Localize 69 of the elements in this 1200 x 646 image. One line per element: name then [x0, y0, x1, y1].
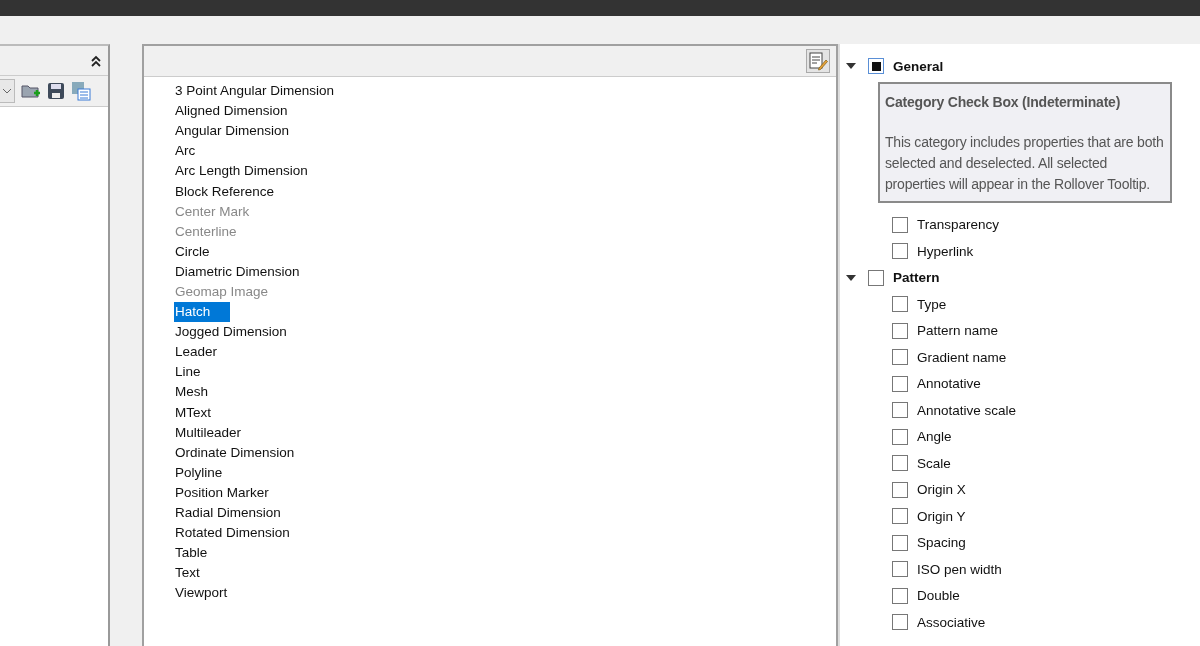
save-icon[interactable] [47, 82, 65, 100]
object-type-item[interactable]: Block Reference [174, 181, 276, 202]
object-type-item[interactable]: Ordinate Dimension [174, 442, 296, 463]
property-checkbox[interactable] [892, 296, 908, 313]
folder-add-icon[interactable] [21, 82, 41, 100]
object-type-item[interactable]: Diametric Dimension [174, 261, 301, 282]
object-type-item[interactable]: Line [174, 362, 202, 383]
property-checkbox[interactable] [892, 508, 908, 525]
property-label: Origin X [917, 482, 966, 498]
property-label: Annotative scale [917, 402, 1017, 418]
property-checkbox[interactable] [892, 587, 908, 604]
category-checkbox[interactable] [868, 269, 884, 286]
property-checkbox[interactable] [892, 243, 908, 260]
property-label: Spacing [917, 535, 966, 551]
object-type-item[interactable]: Table [174, 543, 209, 564]
category-label: General [893, 58, 944, 74]
property-checkbox[interactable] [892, 534, 908, 551]
object-type-item[interactable]: Radial Dimension [174, 503, 282, 523]
property-label: Pattern name [917, 323, 999, 339]
property-label: Type [917, 296, 947, 312]
property-label: Origin Y [917, 508, 966, 524]
property-checkbox[interactable] [892, 216, 908, 233]
property-checkbox[interactable] [892, 375, 908, 392]
property-checkbox[interactable] [892, 561, 908, 578]
property-checkbox[interactable] [892, 455, 908, 472]
property-label: Scale [917, 455, 951, 471]
object-type-item[interactable]: 3 Point Angular Dimension [174, 81, 336, 102]
property-checkbox[interactable] [892, 322, 908, 339]
object-type-item[interactable]: Circle [174, 241, 211, 262]
object-type-item[interactable]: Angular Dimension [174, 121, 291, 142]
property-label: ISO pen width [917, 561, 1002, 577]
property-checkbox[interactable] [892, 614, 908, 631]
object-type-item[interactable]: Aligned Dimension [174, 101, 289, 122]
property-label: Angle [917, 429, 952, 445]
object-type-item[interactable]: Multileader [174, 422, 243, 443]
edit-list-icon [808, 51, 828, 71]
dropdown[interactable] [0, 79, 15, 103]
property-checkbox[interactable] [892, 481, 908, 498]
category-checkbox[interactable] [868, 58, 884, 75]
expand-arrow-icon[interactable] [846, 274, 856, 281]
tooltip-text: This category includes properties that are both selected and deselected. All selected properties will appear in the Rollover Tooltip. [885, 133, 1165, 194]
object-type-item[interactable]: MText [174, 402, 212, 423]
object-type-item[interactable]: Viewport [174, 583, 229, 604]
object-type-item[interactable]: Arc [174, 141, 197, 162]
property-checkbox[interactable] [892, 402, 908, 419]
object-type-item[interactable]: Leader [174, 342, 219, 363]
property-label: Transparency [917, 217, 1000, 233]
window-icon[interactable] [71, 81, 91, 101]
object-type-item[interactable]: Text [174, 563, 201, 584]
tooltip-title: Category Check Box (Indeterminate) [885, 93, 1122, 112]
property-label: Double [917, 588, 960, 604]
double-chevron-up-icon[interactable] [90, 54, 102, 67]
caret-icon [2, 88, 12, 94]
object-type-item[interactable]: Jogged Dimension [174, 322, 288, 343]
property-label: Gradient name [917, 349, 1007, 365]
object-type-item[interactable]: Polyline [174, 462, 224, 483]
category-label: Pattern [893, 270, 940, 286]
object-type-item[interactable]: Rotated Dimension [174, 523, 291, 544]
property-checkbox[interactable] [892, 428, 908, 445]
object-type-item[interactable]: Mesh [174, 382, 209, 403]
edit-list-button[interactable] [806, 49, 830, 73]
expand-arrow-icon[interactable] [846, 63, 856, 70]
object-type-item[interactable]: Position Marker [174, 482, 270, 503]
object-type-item[interactable]: Hatch [174, 302, 231, 323]
property-label: Associative [917, 614, 986, 630]
object-type-item[interactable]: Arc Length Dimension [174, 161, 309, 182]
property-checkbox[interactable] [892, 349, 908, 366]
property-label: Hyperlink [917, 243, 974, 259]
property-label: Annotative [917, 376, 981, 392]
